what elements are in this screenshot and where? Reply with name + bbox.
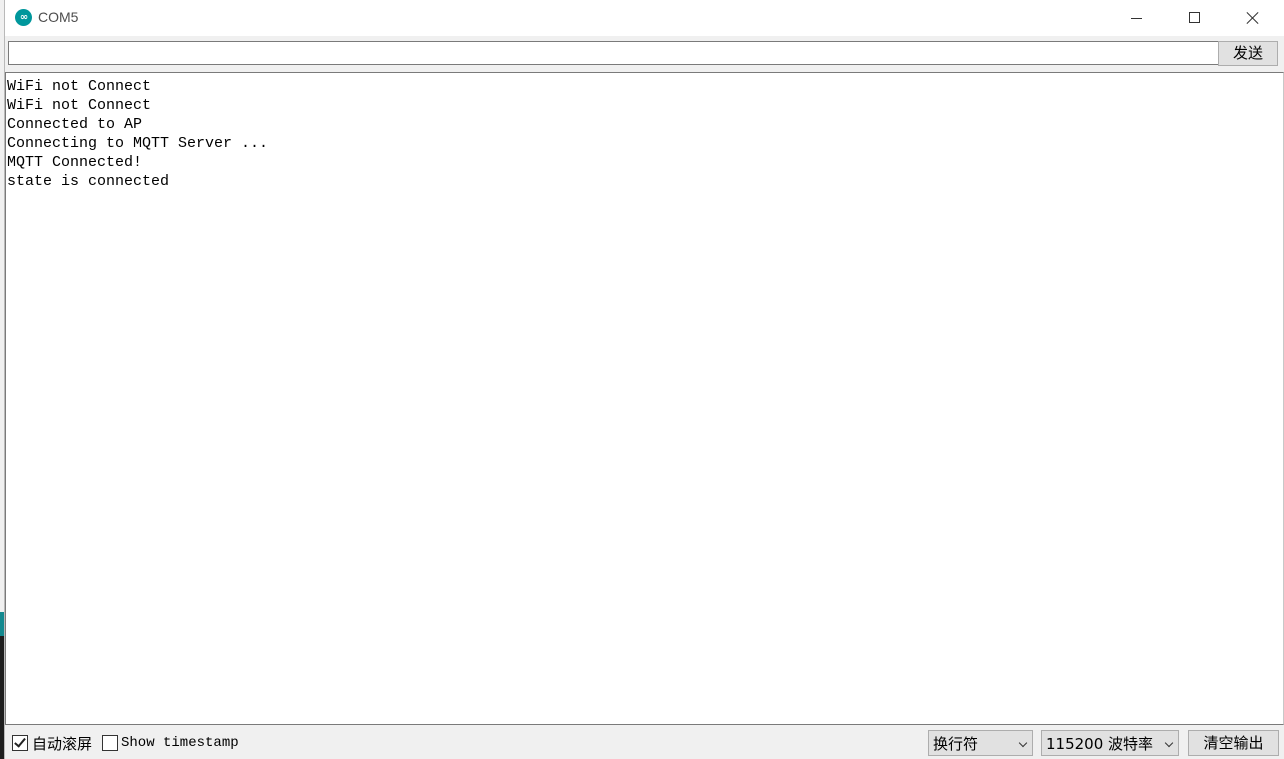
background-window-accent: [0, 612, 4, 636]
output-line: WiFi not Connect: [7, 78, 152, 95]
send-button[interactable]: 发送: [1218, 41, 1278, 66]
close-button[interactable]: [1223, 0, 1281, 36]
maximize-icon: [1189, 12, 1200, 23]
output-line: Connecting to MQTT Server ...: [7, 135, 269, 152]
send-input[interactable]: [8, 41, 1219, 65]
checkmark-icon: [14, 735, 26, 748]
line-ending-select[interactable]: 换行符: [928, 730, 1033, 756]
footer-bar: 自动滚屏 Show timestamp 换行符 115200 波特率 清空输出: [5, 725, 1284, 759]
background-window-dark-area: [0, 636, 4, 759]
maximize-button[interactable]: [1165, 0, 1223, 36]
output-line: Connected to AP: [7, 116, 143, 133]
clear-output-button[interactable]: 清空输出: [1188, 730, 1279, 756]
baud-rate-value: 115200 波特率: [1046, 735, 1154, 753]
minimize-button[interactable]: [1107, 0, 1165, 36]
timestamp-checkbox[interactable]: [102, 735, 118, 751]
send-bar: 发送: [5, 36, 1284, 72]
baud-rate-select[interactable]: 115200 波特率: [1041, 730, 1179, 756]
arduino-icon: ∞: [15, 9, 32, 26]
chevron-down-icon: [1164, 738, 1174, 748]
line-ending-value: 换行符: [933, 735, 979, 753]
output-line: WiFi not Connect: [7, 97, 152, 114]
output-line: MQTT Connected!: [7, 154, 143, 171]
output-line: state is connected: [7, 173, 170, 190]
chevron-down-icon: [1018, 738, 1028, 748]
autoscroll-label[interactable]: 自动滚屏: [32, 733, 92, 754]
minimize-icon: [1131, 18, 1142, 19]
autoscroll-checkbox[interactable]: [12, 735, 28, 751]
window-title: COM5: [38, 9, 79, 25]
serial-output[interactable]: WiFi not Connect WiFi not Connect Connec…: [5, 72, 1284, 725]
title-bar: ∞ COM5: [5, 0, 1284, 36]
timestamp-label[interactable]: Show timestamp: [121, 735, 239, 751]
